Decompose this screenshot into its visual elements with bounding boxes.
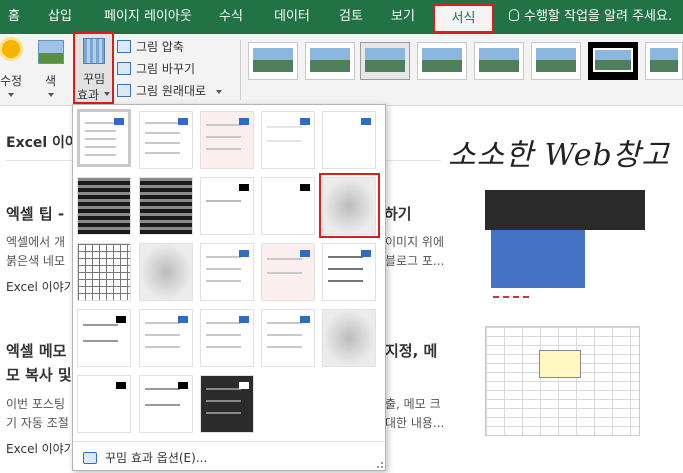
effect-pencil-grayscale[interactable]: [200, 111, 254, 169]
lightbulb-icon: [509, 9, 519, 21]
artistic-effects-dropdown-icon: [104, 92, 110, 96]
color-button[interactable]: 색: [45, 72, 56, 89]
effect-film-grain[interactable]: [200, 243, 254, 301]
effect-crisscross-etching[interactable]: [200, 309, 254, 367]
highlight-blur-effect: [319, 173, 380, 238]
picture-style-1[interactable]: [248, 42, 298, 80]
compress-icon: [117, 40, 131, 53]
effect-line-drawing[interactable]: [322, 111, 376, 169]
reset-picture-label: 그림 원래대로: [136, 84, 207, 98]
effect-light-screen[interactable]: [77, 243, 131, 301]
section-title: Excel 이야: [6, 135, 78, 151]
tab-home[interactable]: 홈: [8, 0, 20, 34]
effect-pastels-smooth[interactable]: [261, 309, 315, 367]
post-heading-2-tail[interactable]: 지정, 메: [385, 340, 437, 361]
tab-view[interactable]: 보기: [391, 0, 415, 34]
corrections-button[interactable]: 수정: [0, 72, 22, 89]
artistic-effects-options-item[interactable]: 꾸밈 효과 옵션(E)...: [83, 449, 207, 466]
post-excerpt-1c: 이미지 위에: [385, 235, 445, 249]
tab-formulas[interactable]: 수식: [219, 0, 243, 34]
color-dropdown-icon[interactable]: [48, 93, 54, 97]
picture-style-5[interactable]: [474, 42, 524, 80]
post-category-1[interactable]: Excel 이야기: [6, 278, 75, 295]
post-thumbnail-1[interactable]: [485, 190, 645, 230]
post-excerpt-1b: 붉은색 네모: [6, 254, 66, 268]
post-excerpt-2c: 출, 메모 크: [385, 397, 441, 411]
tab-insert[interactable]: 삽입: [48, 0, 72, 34]
corrections-icon: [2, 40, 20, 58]
artistic-effects-button[interactable]: 꾸밈 효과: [73, 32, 114, 104]
artistic-effects-icon: [83, 38, 105, 64]
effect-texturizer[interactable]: [139, 309, 193, 367]
post-thumbnail-1-line: [493, 296, 529, 298]
corrections-dropdown-icon[interactable]: [8, 93, 14, 97]
ribbon-tab-bar: 홈 삽입 페이지 레이아웃 수식 데이터 검토 보기 서식 수행할 작업을 알려…: [0, 0, 683, 34]
reset-picture-button[interactable]: 그림 원래대로: [117, 82, 222, 99]
artistic-effects-label-2: 효과: [77, 88, 100, 102]
color-icon: [38, 40, 64, 64]
tab-format[interactable]: 서식: [433, 4, 494, 33]
compress-pictures-button[interactable]: 그림 압축: [117, 38, 184, 55]
gallery-separator: [73, 441, 385, 442]
effect-mosaic-bubbles[interactable]: [261, 243, 315, 301]
post-heading-2[interactable]: 엑셀 메모: [6, 340, 66, 361]
artistic-effects-options-label: 꾸밈 효과 옵션(E)...: [105, 451, 208, 465]
effect-none[interactable]: [77, 109, 131, 167]
reset-dropdown-icon: [215, 89, 222, 94]
tell-me-box[interactable]: 수행할 작업을 알려 주세요.: [509, 0, 672, 34]
effect-paint-brush[interactable]: [200, 177, 254, 235]
effect-glass[interactable]: [322, 243, 376, 301]
post-thumbnail-2-note: [539, 350, 581, 378]
picture-style-4[interactable]: [417, 42, 467, 80]
reset-picture-icon: [117, 84, 131, 97]
post-excerpt-2d: 대한 내용...: [385, 416, 445, 430]
compress-label: 그림 압축: [136, 40, 184, 54]
effect-cement[interactable]: [77, 309, 131, 367]
tab-review[interactable]: 검토: [339, 0, 363, 34]
watermark-logo: 소소한 Web창고: [448, 138, 670, 173]
picture-style-8[interactable]: [645, 42, 683, 80]
effect-plastic-wrap[interactable]: [322, 309, 376, 367]
picture-style-3[interactable]: [360, 42, 410, 80]
post-excerpt-2b: 기 자동 조절: [6, 416, 69, 430]
effect-chalk-sketch[interactable]: [77, 177, 131, 235]
post-heading-1[interactable]: 엑셀 팁 -: [6, 203, 64, 224]
post-thumbnail-2[interactable]: [485, 326, 640, 436]
tell-me-text: 수행할 작업을 알려 주세요.: [524, 9, 673, 24]
picture-style-6[interactable]: [531, 42, 581, 80]
change-picture-icon: [117, 62, 131, 75]
artistic-effects-label: 꾸밈: [83, 72, 106, 86]
post-excerpt-1d: 블로그 포...: [385, 254, 445, 268]
tab-page-layout[interactable]: 페이지 레이아웃: [104, 0, 192, 34]
effect-photocopy[interactable]: [139, 375, 193, 433]
effect-watercolor-sponge[interactable]: [139, 243, 193, 301]
effect-glow-edges[interactable]: [200, 375, 254, 433]
post-heading-2-line2[interactable]: 모 복사 및: [6, 364, 72, 385]
effect-glow-diffused[interactable]: [261, 177, 315, 235]
change-picture-label: 그림 바꾸기: [136, 62, 196, 76]
brush-icon: [83, 452, 97, 464]
change-picture-button[interactable]: 그림 바꾸기: [117, 60, 195, 77]
picture-style-2[interactable]: [305, 42, 355, 80]
post-thumbnail-1-shape: [491, 230, 585, 288]
tab-data[interactable]: 데이터: [274, 0, 310, 34]
effect-paint-strokes[interactable]: [139, 177, 193, 235]
post-heading-1-tail[interactable]: 하기: [384, 203, 412, 224]
effect-marker[interactable]: [139, 111, 193, 169]
artistic-effects-gallery: 꾸밈 효과 옵션(E)...: [72, 104, 386, 471]
post-excerpt-2a: 이번 포스팅: [6, 397, 66, 411]
post-category-2[interactable]: Excel 이야기: [6, 440, 75, 457]
picture-style-7[interactable]: [588, 42, 638, 80]
effect-cutout[interactable]: [77, 375, 131, 433]
post-excerpt-1a: 엑셀에서 개: [6, 235, 66, 249]
resize-grip-icon[interactable]: [377, 462, 383, 468]
effect-pencil-sketch[interactable]: [261, 111, 315, 169]
ribbon-separator: [240, 40, 241, 100]
